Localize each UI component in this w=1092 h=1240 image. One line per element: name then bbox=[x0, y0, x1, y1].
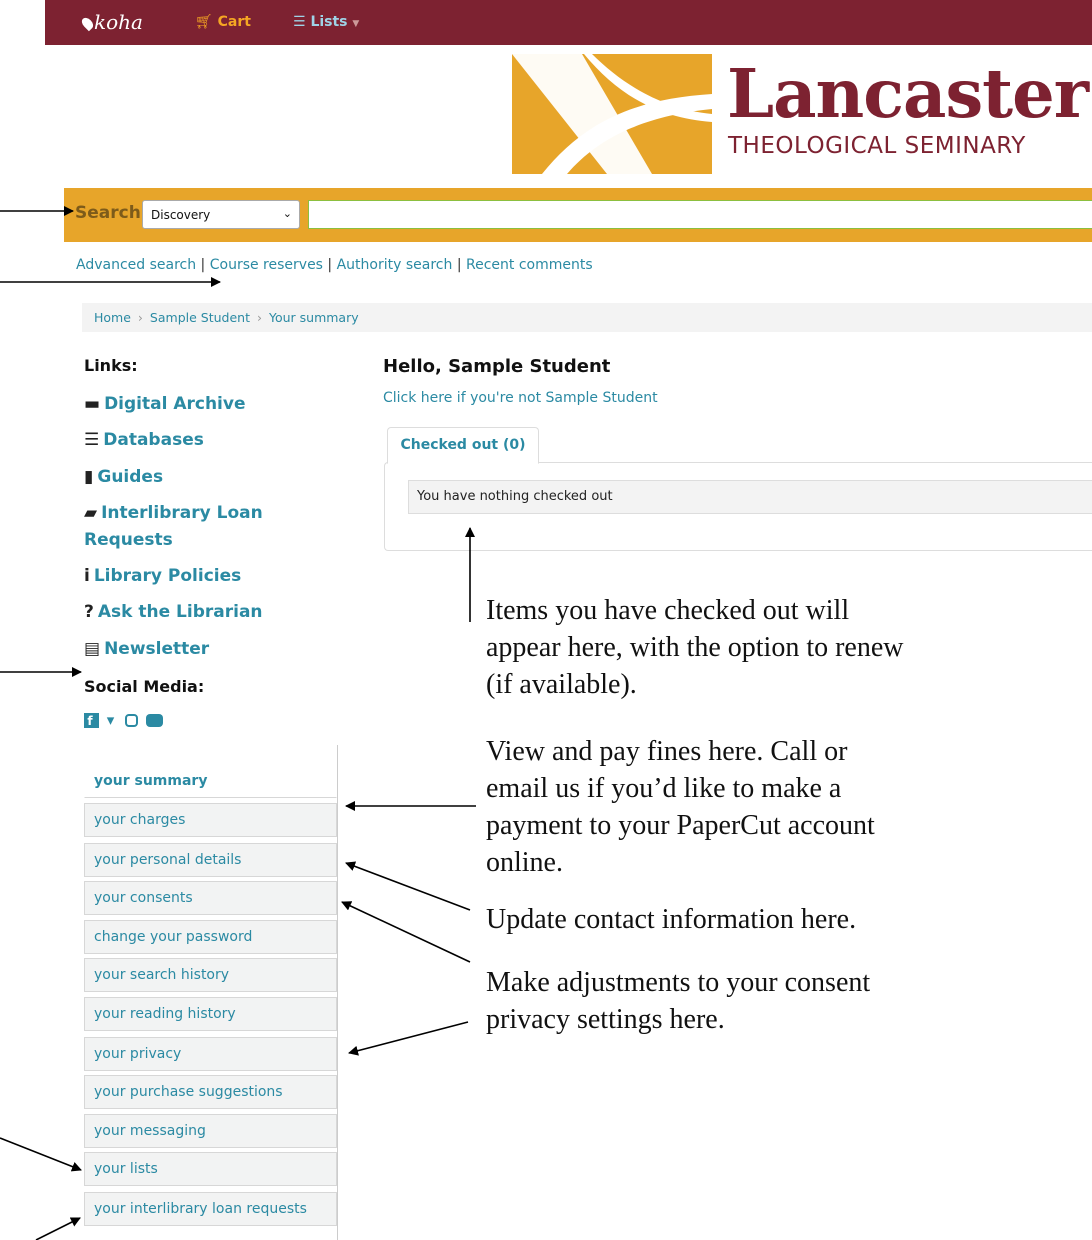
search-input[interactable] bbox=[308, 200, 1092, 229]
annotation-checked-out: Items you have checked out will appear he… bbox=[486, 595, 904, 700]
breadcrumb-user[interactable]: Sample Student bbox=[150, 310, 250, 325]
menu-your-purchase-suggestions[interactable]: your purchase suggestions bbox=[84, 1075, 337, 1109]
info-icon: i bbox=[84, 566, 90, 586]
chevron-down-icon: ⌄ bbox=[282, 207, 292, 220]
social-media-heading: Social Media: bbox=[84, 677, 205, 696]
instagram-icon[interactable] bbox=[125, 714, 139, 727]
menu-your-search-history[interactable]: your search history bbox=[84, 958, 337, 992]
book-icon: ▰ bbox=[84, 503, 98, 523]
caret-down-icon: ▼ bbox=[352, 19, 360, 29]
archive-icon: ▬ bbox=[84, 394, 101, 414]
menu-your-lists[interactable]: your lists bbox=[84, 1152, 337, 1186]
breadcrumb: Home › Sample Student › Your summary bbox=[82, 303, 1092, 332]
guides-link[interactable]: ▮ Guides bbox=[84, 464, 163, 491]
seminary-emblem bbox=[512, 54, 712, 174]
empty-checkouts-message: You have nothing checked out bbox=[408, 480, 1092, 514]
annotation-charges: View and pay fines here. Call or email us… bbox=[486, 736, 875, 878]
youtube-icon[interactable] bbox=[145, 714, 163, 727]
cart-button[interactable]: 🛒︎ Cart bbox=[195, 14, 251, 30]
menu-your-interlibrary-loan-requests[interactable]: your interlibrary loan requests bbox=[84, 1192, 337, 1226]
ask-librarian-link[interactable]: ? Ask the Librarian bbox=[84, 599, 263, 626]
cart-icon: 🛒︎ bbox=[195, 14, 213, 30]
breadcrumb-home[interactable]: Home bbox=[94, 310, 131, 325]
library-policies-link[interactable]: i Library Policies bbox=[84, 563, 241, 590]
menu-your-summary[interactable]: your summary bbox=[84, 764, 337, 798]
logo-title: Lancaster bbox=[727, 54, 1089, 133]
search-bar: Search Discovery ⌄ bbox=[64, 188, 1092, 242]
menu-your-reading-history[interactable]: your reading history bbox=[84, 997, 337, 1031]
tab-checked-out[interactable]: Checked out (0) bbox=[387, 427, 539, 464]
logo-subtitle: THEOLOGICAL SEMINARY bbox=[728, 133, 1026, 159]
social-icons: f ▾ bbox=[84, 711, 163, 729]
facebook-icon[interactable]: f bbox=[84, 713, 99, 728]
menu-your-privacy[interactable]: your privacy bbox=[84, 1037, 337, 1071]
annotation-contact: Update contact information here. bbox=[486, 904, 857, 935]
koha-drop-icon bbox=[79, 15, 96, 32]
top-navbar: koha 🛒︎ Cart ☰ Lists ▼ bbox=[45, 0, 1092, 45]
menu-your-personal-details[interactable]: your personal details bbox=[84, 843, 337, 877]
list-icon: ☰ bbox=[293, 14, 306, 30]
course-reserves-link[interactable]: Course reserves bbox=[210, 257, 323, 273]
question-icon: ? bbox=[84, 602, 94, 622]
newspaper-icon: ▤ bbox=[84, 639, 101, 659]
breadcrumb-current[interactable]: Your summary bbox=[269, 310, 359, 325]
search-index-select[interactable]: Discovery ⌄ bbox=[142, 200, 300, 229]
menu-your-messaging[interactable]: your messaging bbox=[84, 1114, 337, 1148]
authority-search-link[interactable]: Authority search bbox=[337, 257, 453, 273]
koha-logo[interactable]: koha bbox=[79, 10, 143, 34]
databases-link[interactable]: ☰ Databases bbox=[84, 427, 204, 454]
lists-menu[interactable]: ☰ Lists ▼ bbox=[293, 14, 359, 30]
newsletter-link[interactable]: ▤ Newsletter bbox=[84, 636, 209, 663]
menu-your-consents[interactable]: your consents bbox=[84, 881, 337, 915]
menu-your-charges[interactable]: your charges bbox=[84, 803, 337, 837]
not-me-link[interactable]: Click here if you're not Sample Student bbox=[383, 390, 658, 406]
menu-change-password[interactable]: change your password bbox=[84, 920, 337, 954]
search-label: Search bbox=[75, 203, 141, 223]
bookmark-icon: ▮ bbox=[84, 467, 94, 487]
database-icon: ☰ bbox=[84, 430, 100, 450]
interlibrary-loan-link[interactable]: ▰ Interlibrary Loan Requests bbox=[84, 500, 263, 554]
digital-archive-link[interactable]: ▬ Digital Archive bbox=[84, 391, 246, 418]
twitter-icon[interactable]: ▾ bbox=[107, 711, 118, 729]
advanced-search-link[interactable]: Advanced search bbox=[76, 257, 196, 273]
links-heading: Links: bbox=[84, 356, 138, 375]
recent-comments-link[interactable]: Recent comments bbox=[466, 257, 593, 273]
more-searches-links: Advanced search | Course reserves | Auth… bbox=[76, 257, 593, 273]
greeting-heading: Hello, Sample Student bbox=[383, 356, 611, 377]
annotation-consent: Make adjustments to your consent privacy … bbox=[486, 967, 871, 1035]
